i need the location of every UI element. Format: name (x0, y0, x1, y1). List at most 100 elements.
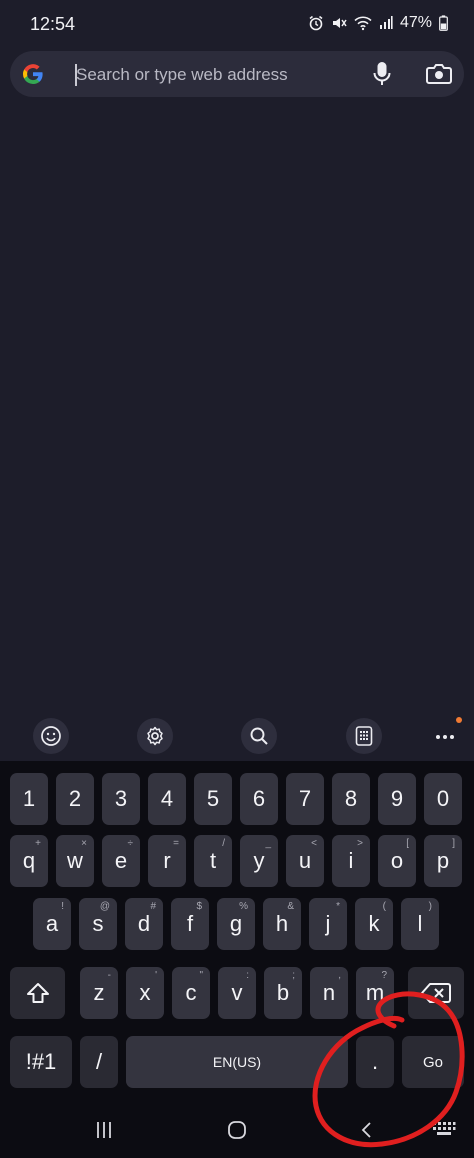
key-label: t (209, 848, 217, 873)
key-hint: [ (406, 838, 409, 849)
camera-icon[interactable] (426, 63, 452, 90)
key-label: c (185, 980, 197, 1005)
key-hint: ! (61, 901, 64, 912)
number-key-8[interactable]: 8 (332, 773, 370, 825)
key-hint: ÷ (127, 838, 134, 849)
key-hint: / (222, 838, 225, 849)
key-label: j (325, 911, 331, 936)
search-input[interactable] (74, 59, 358, 91)
key-label: p (436, 848, 450, 873)
key-label: o (390, 848, 404, 873)
key-label: z (93, 980, 105, 1005)
microphone-icon[interactable] (372, 60, 392, 93)
letter-key-d[interactable]: d # (125, 898, 163, 950)
period-key[interactable]: . (356, 1036, 394, 1088)
key-hint: ) (428, 901, 432, 912)
more-icon[interactable] (430, 727, 460, 747)
key-label: u (298, 848, 312, 873)
key-label: k (368, 911, 380, 936)
backspace-key[interactable] (408, 967, 464, 1019)
letter-key-l[interactable]: l) (401, 898, 439, 950)
recents-icon[interactable] (88, 1116, 120, 1144)
navigation-bar (0, 1104, 474, 1158)
notification-dot (456, 717, 462, 723)
key-hint: * (336, 901, 340, 912)
key-hint: _ (265, 838, 271, 849)
keypad-icon[interactable] (346, 718, 382, 754)
key-hint: & (287, 901, 294, 912)
key-label: 8 (344, 786, 358, 811)
letter-key-j[interactable]: j * (309, 898, 347, 950)
key-label: f (186, 911, 194, 936)
number-key-1[interactable]: 1 (10, 773, 48, 825)
letter-key-v[interactable]: v: (218, 967, 256, 1019)
letter-key-g[interactable]: g% (217, 898, 255, 950)
number-key-4[interactable]: 4 (148, 773, 186, 825)
letter-key-w[interactable]: w × (56, 835, 94, 887)
letter-key-p[interactable]: p] (424, 835, 462, 887)
number-key-0[interactable]: 0 (424, 773, 462, 825)
space-key[interactable]: EN(US) (126, 1036, 348, 1088)
letter-key-a[interactable]: a! (33, 898, 71, 950)
letter-key-i[interactable]: i > (332, 835, 370, 887)
key-hint: ] (452, 838, 455, 849)
battery-icon (439, 15, 448, 31)
letter-key-c[interactable]: c " (172, 967, 210, 1019)
letter-key-x[interactable]: x ' (126, 967, 164, 1019)
letter-key-z[interactable]: z- (80, 967, 118, 1019)
home-icon[interactable] (222, 1116, 252, 1144)
key-hint: ; (292, 970, 295, 981)
key-label: g (229, 911, 243, 936)
letter-key-n[interactable]: n, (310, 967, 348, 1019)
letter-key-m[interactable]: m? (356, 967, 394, 1019)
key-label: 1 (22, 786, 36, 811)
letter-key-q[interactable]: q + (10, 835, 48, 887)
key-label: h (275, 911, 289, 936)
letter-key-o[interactable]: o[ (378, 835, 416, 887)
letter-key-b[interactable]: b; (264, 967, 302, 1019)
key-label: 0 (436, 786, 450, 811)
letter-key-t[interactable]: t / (194, 835, 232, 887)
emoji-icon[interactable] (33, 718, 69, 754)
key-label: b (276, 980, 290, 1005)
key-hint: " (199, 970, 203, 981)
key-label: l (417, 911, 423, 936)
battery-percent: 47% (399, 14, 432, 31)
number-key-6[interactable]: 6 (240, 773, 278, 825)
keyboard-hide-icon[interactable] (428, 1116, 460, 1144)
shift-key[interactable] (10, 967, 65, 1019)
key-label: i (348, 848, 354, 873)
number-key-2[interactable]: 2 (56, 773, 94, 825)
status-icons: 47% (308, 14, 448, 32)
settings-icon[interactable] (137, 718, 173, 754)
key-label: e (114, 848, 128, 873)
search-icon[interactable] (241, 718, 277, 754)
key-hint: @ (99, 901, 110, 912)
letter-key-y[interactable]: y _ (240, 835, 278, 887)
key-label: m (365, 980, 385, 1005)
letter-key-e[interactable]: e ÷ (102, 835, 140, 887)
number-key-3[interactable]: 3 (102, 773, 140, 825)
number-key-7[interactable]: 7 (286, 773, 324, 825)
key-label: v (231, 980, 243, 1005)
back-icon[interactable] (352, 1116, 382, 1144)
letter-key-f[interactable]: f $ (171, 898, 209, 950)
number-key-5[interactable]: 5 (194, 773, 232, 825)
letter-key-u[interactable]: u < (286, 835, 324, 887)
key-hint: $ (196, 901, 202, 912)
google-g-icon (21, 62, 45, 91)
letter-key-r[interactable]: r = (148, 835, 186, 887)
letter-key-s[interactable]: s @ (79, 898, 117, 950)
go-key[interactable]: Go (402, 1036, 464, 1088)
slash-key[interactable]: / (80, 1036, 118, 1088)
symbols-key[interactable]: !#1 (10, 1036, 72, 1088)
key-label: a (45, 911, 59, 936)
letter-key-k[interactable]: k( (355, 898, 393, 950)
key-label: s (92, 911, 104, 936)
key-label: y (253, 848, 265, 873)
letter-key-h[interactable]: h & (263, 898, 301, 950)
number-key-9[interactable]: 9 (378, 773, 416, 825)
signal-icon (379, 16, 393, 30)
address-bar[interactable] (10, 51, 464, 97)
key-hint: < (311, 838, 317, 849)
